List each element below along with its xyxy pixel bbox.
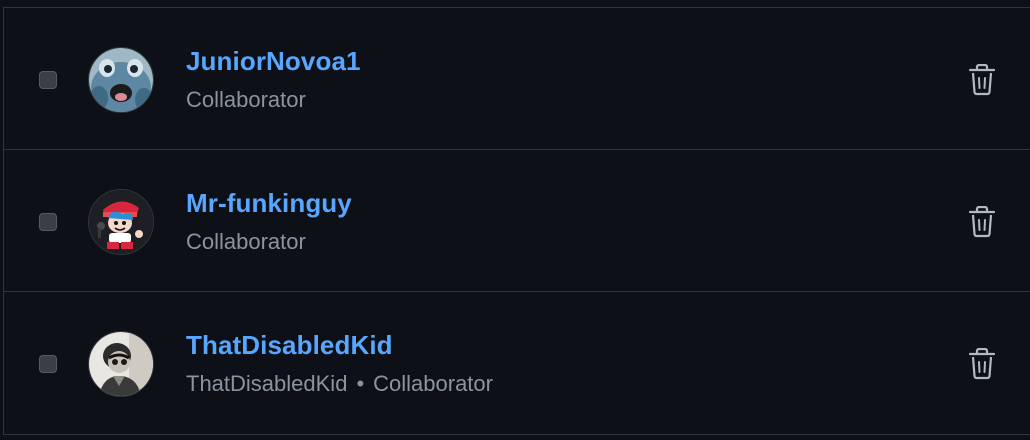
collaborator-row: JuniorNovoa1 Collaborator: [4, 8, 1030, 150]
role-label: Collaborator: [373, 371, 493, 396]
username-link[interactable]: ThatDisabledKid: [186, 330, 393, 361]
remove-collaborator-button[interactable]: [968, 347, 996, 380]
photo-portrait-avatar-icon: [89, 332, 153, 396]
collaborator-row: Mr-funkinguy Collaborator: [4, 150, 1030, 292]
display-name: ThatDisabledKid: [186, 371, 348, 396]
collaborator-list: JuniorNovoa1 Collaborator Mr-funkinguy C…: [3, 7, 1030, 435]
role-label: Collaborator: [186, 87, 306, 112]
trash-icon: [968, 63, 996, 96]
avatar[interactable]: [88, 331, 154, 397]
role-label: Collaborator: [186, 229, 306, 254]
cartoon-character-avatar-icon: [89, 190, 153, 254]
trash-icon: [968, 205, 996, 238]
remove-collaborator-button[interactable]: [968, 205, 996, 238]
blue-creature-avatar-icon: [89, 48, 153, 112]
username-link[interactable]: Mr-funkinguy: [186, 188, 352, 219]
avatar[interactable]: [88, 189, 154, 255]
collaborator-meta: Collaborator: [186, 229, 306, 255]
separator-dot: •: [356, 371, 365, 396]
remove-collaborator-button[interactable]: [968, 63, 996, 96]
select-checkbox[interactable]: [39, 213, 57, 231]
collaborator-meta: ThatDisabledKid • Collaborator: [186, 371, 493, 397]
avatar[interactable]: [88, 47, 154, 113]
username-link[interactable]: JuniorNovoa1: [186, 46, 361, 77]
select-checkbox[interactable]: [39, 71, 57, 89]
collaborator-meta: Collaborator: [186, 87, 306, 113]
trash-icon: [968, 347, 996, 380]
select-checkbox[interactable]: [39, 355, 57, 373]
collaborator-row: ThatDisabledKid ThatDisabledKid • Collabor…: [4, 292, 1030, 434]
